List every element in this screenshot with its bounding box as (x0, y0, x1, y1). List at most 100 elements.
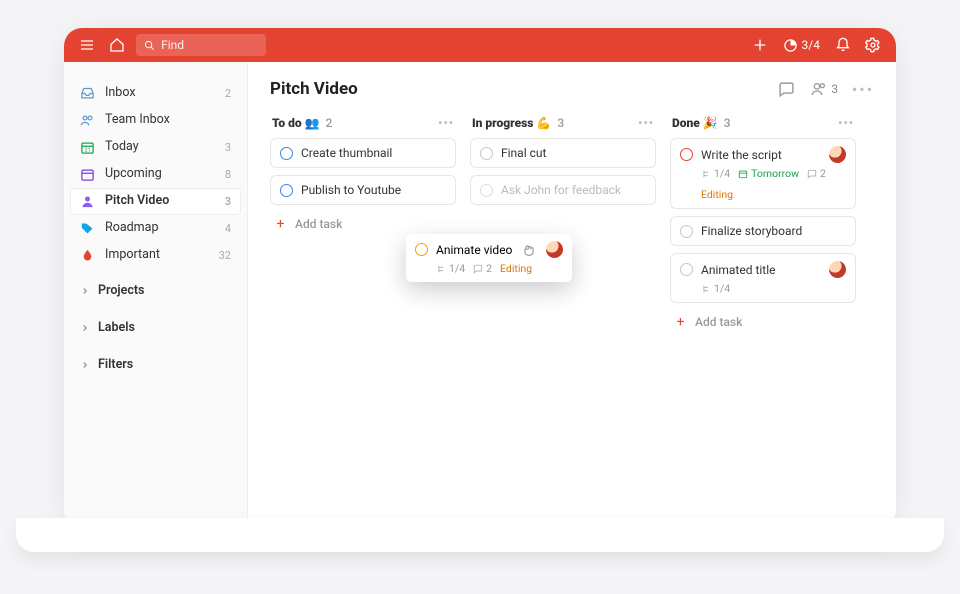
people-icon (811, 81, 827, 97)
column-title: To do 👥 (272, 116, 320, 130)
sidebar-item-count: 32 (219, 250, 231, 261)
sidebar: Inbox 2 Team Inbox 21 Today 3 Upcoming 8… (64, 62, 248, 528)
share-button[interactable]: 3 (811, 81, 838, 97)
pie-icon (783, 38, 798, 53)
chevron-right-icon (80, 286, 90, 296)
add-task-button[interactable]: + Add task (470, 248, 656, 272)
subtask-meta: 1/4 (701, 167, 730, 180)
search-icon (144, 39, 155, 52)
board-column: In progress 💪 3 ••• Final cut Ask John f… (470, 114, 656, 334)
topbar: 3/4 (64, 28, 896, 62)
chevron-right-icon (80, 360, 90, 370)
calendar-today-icon: 21 (80, 140, 95, 155)
task-card[interactable]: Animated title 1/4 (670, 253, 856, 303)
inbox-icon (80, 86, 95, 101)
sidebar-item-roadmap[interactable]: Roadmap 4 (70, 215, 241, 242)
sidebar-item-label: Upcoming (105, 168, 162, 181)
plus-icon: + (474, 252, 487, 268)
column-header: Done 🎉 3 ••• (670, 114, 856, 138)
task-meta: 1/4Tomorrow2Editing (680, 167, 846, 201)
user-icon (80, 194, 95, 209)
column-title: In progress 💪 (472, 116, 551, 130)
comments-meta: 2 (807, 167, 826, 180)
more-icon[interactable]: ••• (852, 78, 874, 100)
laptop-base (16, 518, 944, 552)
task-circle-icon[interactable] (280, 147, 293, 160)
task-card[interactable]: Write the script 1/4Tomorrow2Editing (670, 138, 856, 209)
label-meta: Editing (701, 188, 733, 201)
sidebar-item-label: Today (105, 141, 139, 154)
sidebar-item-count: 4 (225, 223, 231, 234)
search-box[interactable] (136, 34, 266, 56)
bell-icon[interactable] (832, 34, 854, 56)
column-title: Done 🎉 (672, 116, 718, 130)
share-count: 3 (831, 82, 838, 96)
sidebar-item-label: Roadmap (105, 222, 158, 235)
subtask-meta: 1/4 (701, 282, 730, 295)
task-card[interactable]: Finalize storyboard (670, 216, 856, 246)
gear-icon[interactable] (862, 34, 884, 56)
task-title: Create thumbnail (301, 146, 392, 160)
task-circle-icon[interactable] (680, 225, 693, 238)
board-column: To do 👥 2 ••• Create thumbnail Publish t… (270, 114, 456, 334)
column-more-icon[interactable]: ••• (838, 116, 854, 130)
task-title: Publish to Youtube (301, 183, 401, 197)
sidebar-section-label: Labels (98, 320, 135, 335)
svg-text:21: 21 (84, 147, 90, 153)
sidebar-item-label: Team Inbox (105, 114, 170, 127)
sidebar-item-label: Inbox (105, 87, 136, 100)
task-card[interactable]: Ask John for feedback (470, 175, 656, 205)
add-icon[interactable] (749, 34, 771, 56)
task-card[interactable]: Publish to Youtube (270, 175, 456, 205)
task-circle-icon[interactable] (480, 147, 493, 160)
sidebar-section-filters[interactable]: Filters (70, 349, 241, 380)
sidebar-item-pitch-video[interactable]: Pitch Video 3 (70, 188, 241, 215)
plus-icon: + (274, 216, 287, 232)
search-input[interactable] (161, 38, 258, 52)
task-card[interactable]: Create thumbnail (270, 138, 456, 168)
comments-icon[interactable] (775, 78, 797, 100)
task-circle-icon[interactable] (680, 263, 693, 276)
quota-indicator[interactable]: 3/4 (779, 36, 824, 55)
add-task-button[interactable]: + Add task (270, 212, 456, 236)
task-title: Finalize storyboard (701, 224, 802, 238)
task-card[interactable]: Final cut (470, 138, 656, 168)
board-column: Done 🎉 3 ••• Write the script 1/4Tomorro… (670, 114, 856, 334)
column-more-icon[interactable]: ••• (638, 116, 654, 130)
sidebar-item-inbox[interactable]: Inbox 2 (70, 80, 241, 107)
task-circle-icon[interactable] (480, 184, 493, 197)
people-icon (80, 113, 95, 128)
column-count: 2 (326, 116, 333, 130)
column-more-icon[interactable]: ••• (438, 116, 454, 130)
page-title: Pitch Video (270, 79, 358, 99)
column-header: To do 👥 2 ••• (270, 114, 456, 138)
column-count: 3 (557, 116, 564, 130)
sidebar-item-label: Pitch Video (105, 195, 169, 208)
main-panel: Pitch Video 3 ••• To do 👥 2 ••• (248, 62, 896, 528)
column-count: 3 (724, 116, 731, 130)
task-title: Ask John for feedback (501, 183, 621, 197)
task-title: Write the script (701, 148, 782, 162)
sidebar-section-label: Projects (98, 283, 144, 298)
avatar (829, 261, 846, 278)
home-icon[interactable] (106, 34, 128, 56)
sidebar-item-team-inbox[interactable]: Team Inbox (70, 107, 241, 134)
sidebar-item-important[interactable]: Important 32 (70, 242, 241, 269)
drop-icon (80, 248, 95, 263)
add-task-label: Add task (695, 315, 742, 329)
sidebar-section-labels[interactable]: Labels (70, 312, 241, 343)
avatar (829, 146, 846, 163)
plus-icon: + (674, 314, 687, 330)
sidebar-section-projects[interactable]: Projects (70, 275, 241, 306)
menu-icon[interactable] (76, 34, 98, 56)
sidebar-item-today[interactable]: 21 Today 3 (70, 134, 241, 161)
add-task-button[interactable]: + Add task (670, 310, 856, 334)
task-circle-icon[interactable] (280, 184, 293, 197)
task-title: Final cut (501, 146, 546, 160)
add-task-label: Add task (495, 253, 542, 267)
sidebar-item-count: 3 (225, 196, 231, 207)
add-task-label: Add task (295, 217, 342, 231)
task-title: Animated title (701, 263, 776, 277)
sidebar-item-upcoming[interactable]: Upcoming 8 (70, 161, 241, 188)
task-circle-icon[interactable] (680, 148, 693, 161)
